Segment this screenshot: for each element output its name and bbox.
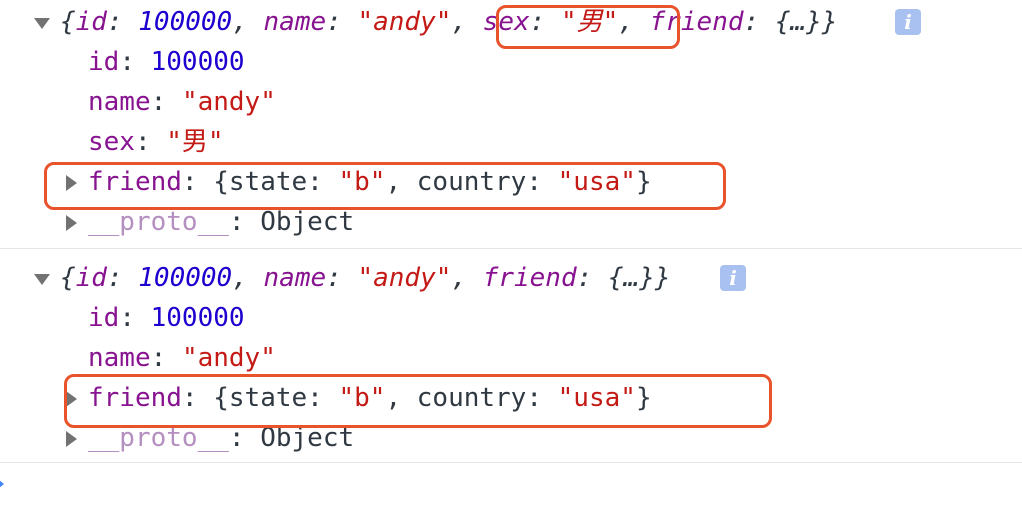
summary-key: id — [75, 263, 107, 293]
summary-value: 100000 — [138, 263, 233, 293]
property-value: "andy" — [181, 343, 276, 373]
property-value: 100000 — [150, 303, 245, 333]
property-key: name — [88, 87, 151, 117]
triangle-right-icon[interactable] — [66, 215, 77, 231]
info-icon[interactable]: i — [720, 265, 746, 291]
info-icon[interactable]: i — [895, 9, 921, 35]
property-row: sex: "男" — [88, 122, 224, 162]
property-sep: : — [134, 127, 167, 157]
brace: { — [60, 263, 76, 293]
triangle-down-icon[interactable] — [34, 274, 50, 285]
proto-key: __proto__ — [88, 207, 229, 237]
summary-sep: : — [326, 7, 358, 37]
highlight-box-friend — [64, 374, 772, 428]
summary-comma: , — [451, 263, 483, 293]
brace: } — [654, 263, 671, 293]
divider — [0, 462, 1022, 463]
summary-sep: : — [576, 263, 608, 293]
highlight-box-friend — [44, 162, 726, 210]
brace: } — [821, 7, 838, 37]
property-sep: : — [119, 47, 151, 77]
property-value: "男" — [166, 127, 224, 157]
property-key: id — [88, 47, 120, 77]
property-sep: : — [150, 87, 182, 117]
summary-sep: : — [326, 263, 358, 293]
triangle-right-icon[interactable] — [66, 431, 77, 447]
summary-key: name — [263, 7, 327, 37]
summary-value: "andy" — [357, 7, 452, 37]
property-sep: : — [228, 207, 261, 237]
property-key: sex — [88, 127, 135, 157]
property-row: name: "andy" — [88, 338, 276, 378]
summary-comma: , — [232, 263, 264, 293]
object-summary[interactable]: {id: 100000, name: "andy", sex: "男", fri… — [60, 2, 837, 42]
property-value: 100000 — [150, 47, 245, 77]
property-row: id: 100000 — [88, 298, 245, 338]
property-row: id: 100000 — [88, 42, 245, 82]
console-input[interactable] — [10, 466, 1010, 516]
property-sep: : — [150, 343, 182, 373]
highlight-box-sex — [496, 5, 680, 49]
object-summary[interactable]: {id: 100000, name: "andy", friend: {…}} — [60, 258, 671, 298]
property-value: "andy" — [181, 87, 276, 117]
brace: { — [60, 7, 76, 37]
summary-key: id — [75, 7, 107, 37]
summary-sep: : — [743, 7, 775, 37]
summary-key: name — [263, 263, 327, 293]
divider — [0, 248, 1022, 249]
property-key: id — [88, 303, 120, 333]
summary-value: "andy" — [357, 263, 452, 293]
summary-sep: : — [106, 7, 139, 37]
summary-value: {…} — [774, 7, 822, 37]
triangle-down-icon[interactable] — [34, 18, 50, 29]
summary-value: {…} — [607, 263, 655, 293]
summary-value: 100000 — [138, 7, 233, 37]
chevron-right-icon — [0, 476, 4, 492]
summary-key: friend — [482, 263, 577, 293]
proto-value: Object — [260, 207, 355, 237]
summary-sep: : — [106, 263, 139, 293]
summary-comma: , — [451, 7, 483, 37]
property-sep: : — [119, 303, 151, 333]
property-key: name — [88, 343, 151, 373]
summary-comma: , — [232, 7, 264, 37]
property-row: name: "andy" — [88, 82, 276, 122]
